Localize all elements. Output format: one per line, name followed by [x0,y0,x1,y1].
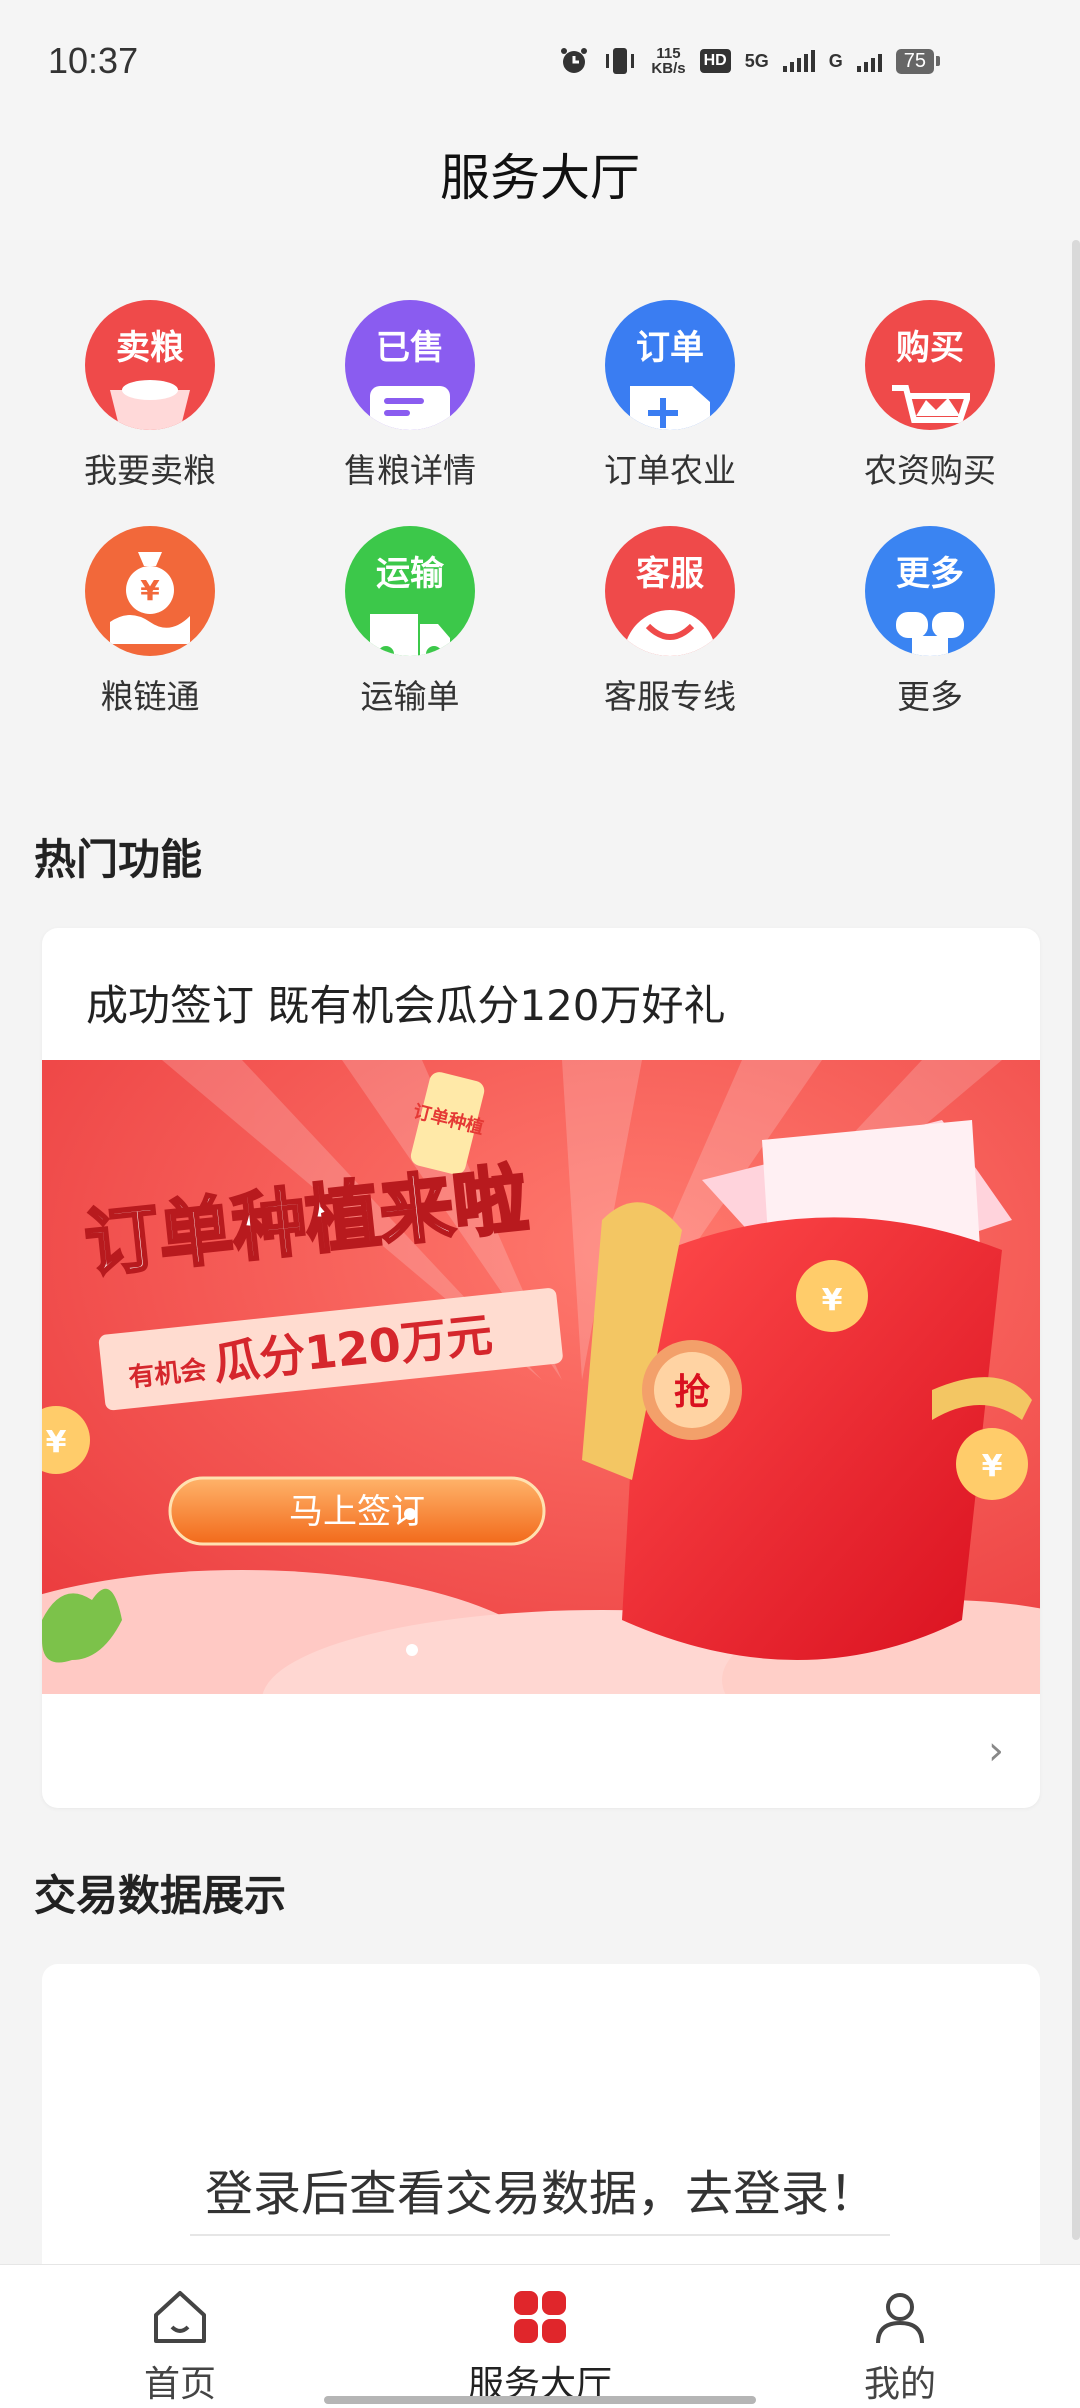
sim2-type: G [828,50,843,71]
nav-home[interactable]: 首页 [60,2265,300,2408]
service-agri-purchase[interactable]: 购买 农资购买 [800,300,1060,492]
service-grid: 卖粮 我要卖粮 已售 售粮详情 订单 订单农业 购买 农资购买 ¥ 粮链通 运输 [20,300,1060,718]
service-customer-support[interactable]: 客服 客服专线 [540,526,800,718]
section-title-trade-data: 交易数据展示 [34,1871,287,1920]
promo-banner[interactable]: 订单种植 订单种植来啦 有机会 瓜分120万元 马上签订 ¥ 抢 ¥ ¥ [42,1060,1040,1694]
service-label: 客服专线 [604,677,736,716]
nav-service-hall[interactable]: 服务大厅 [420,2265,660,2408]
scrollbar[interactable] [1072,240,1080,2240]
bottom-nav: 首页 服务大厅 我的 [0,2264,1080,2408]
service-more[interactable]: 更多 更多 [800,526,1060,718]
nav-label: 我的 [863,2364,936,2405]
net-speed: 115 KB/s [651,45,686,77]
sold-details-icon: 已售 [345,300,475,430]
nav-label: 首页 [143,2364,216,2405]
grid-icon [514,2291,566,2343]
person-icon [876,2293,924,2344]
svg-text:¥: ¥ [982,1449,1003,1484]
shopping-cart-icon: 购买 [865,300,995,430]
battery-icon: 75 [895,48,940,74]
status-bar: 10:37 115 KB/s HD 5G G 75 [0,0,1080,120]
service-label: 运输单 [360,677,460,716]
page-title: 服务大厅 [440,149,640,207]
order-agriculture-icon: 订单 [605,300,735,430]
money-bag-icon: ¥ [85,526,215,656]
nav-profile[interactable]: 我的 [780,2265,1020,2408]
login-link[interactable]: 登录后查看交易数据，去登录！ [42,2154,1040,2224]
hd-badge: HD [699,49,731,73]
section-title-hot: 热门功能 [34,835,203,884]
service-label: 粮链通 [100,677,200,716]
alarm-icon [561,48,588,73]
divider [190,2234,890,2236]
service-grain-chain[interactable]: ¥ 粮链通 [20,526,280,718]
battery-level: 75 [895,48,934,74]
signal-2-icon [856,50,882,72]
service-sold-details[interactable]: 已售 售粮详情 [280,300,540,492]
service-label: 我要卖粮 [84,451,216,490]
vibrate-icon [606,48,635,74]
home-icon [154,2291,206,2343]
chevron-right-icon[interactable]: › [988,1728,1004,1774]
home-indicator [324,2396,756,2404]
svg-text:¥: ¥ [822,1283,843,1318]
service-order-agriculture[interactable]: 订单 订单农业 [540,300,800,492]
service-label: 更多 [897,677,963,716]
service-transport[interactable]: 运输 运输单 [280,526,540,718]
svg-text:¥: ¥ [140,574,160,607]
signal-icon [782,50,815,72]
status-time: 10:37 [48,40,139,81]
sim1-type: 5G [744,50,769,71]
svg-text:¥: ¥ [46,1425,67,1460]
coin-text: 抢 [674,1371,711,1413]
service-label: 售粮详情 [344,451,476,490]
promo-heading: 成功签订 既有机会瓜分120万好礼 [86,981,726,1030]
trade-data-card: 登录后查看交易数据，去登录！ [42,1964,1040,2264]
app-header: 服务大厅 [0,120,1080,240]
headset-icon: 客服 [605,526,735,656]
service-sell-grain[interactable]: 卖粮 我要卖粮 [20,300,280,492]
service-label: 订单农业 [604,451,736,490]
sell-grain-icon: 卖粮 [85,300,215,430]
promo-card[interactable]: 成功签订 既有机会瓜分120万好礼 订单种植 订单种植来啦 有机会 瓜分120万… [42,928,1040,1808]
service-label: 农资购买 [864,451,996,490]
status-icons: 115 KB/s HD 5G G 75 [559,46,940,76]
more-icon: 更多 [865,526,995,656]
truck-icon: 运输 [345,526,475,656]
